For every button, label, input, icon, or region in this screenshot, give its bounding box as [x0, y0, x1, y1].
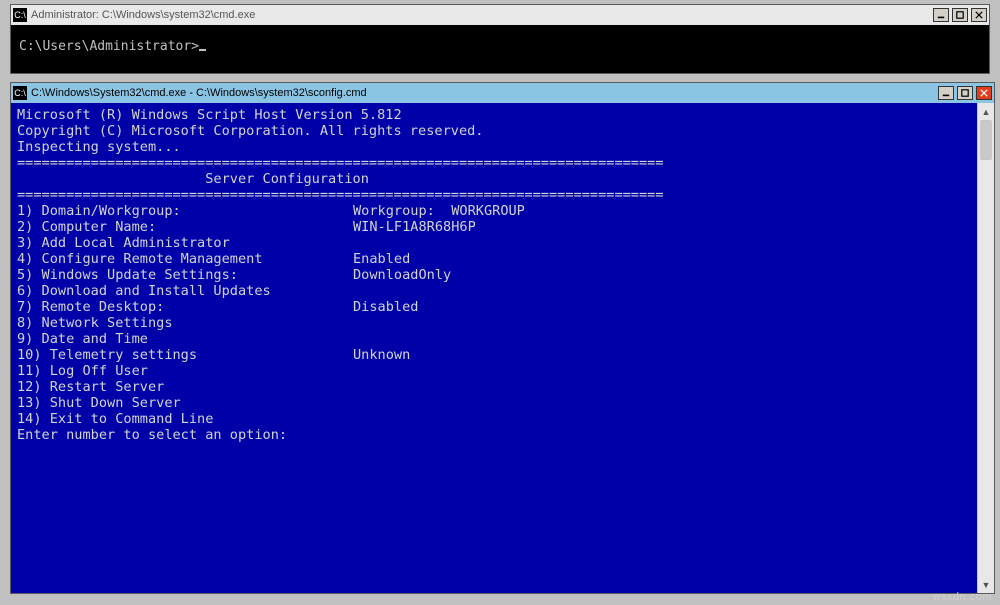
menu-item-14[interactable]: 14) Exit to Command Line — [17, 411, 971, 427]
sconfig-window: C:\ C:\Windows\System32\cmd.exe - C:\Win… — [10, 82, 995, 594]
copyright-header: Copyright (C) Microsoft Corporation. All… — [17, 123, 971, 139]
menu-item-5[interactable]: 5) Windows Update Settings:DownloadOnly — [17, 267, 971, 283]
sconfig-title: C:\Windows\System32\cmd.exe - C:\Windows… — [31, 87, 367, 99]
menu-item-label: 11) Log Off User — [17, 363, 353, 379]
admin-window-controls — [933, 8, 987, 22]
minimize-button[interactable] — [938, 86, 954, 100]
menu-item-7[interactable]: 7) Remote Desktop:Disabled — [17, 299, 971, 315]
admin-cmd-title: Administrator: C:\Windows\system32\cmd.e… — [31, 9, 255, 21]
menu-item-3[interactable]: 3) Add Local Administrator — [17, 235, 971, 251]
minimize-button[interactable] — [933, 8, 949, 22]
menu-item-label: 5) Windows Update Settings: — [17, 267, 353, 283]
menu-item-label: 4) Configure Remote Management — [17, 251, 353, 267]
menu-item-value: Unknown — [353, 347, 410, 363]
inspecting-line: Inspecting system... — [17, 139, 971, 155]
menu-item-label: 13) Shut Down Server — [17, 395, 353, 411]
menu-item-label: 14) Exit to Command Line — [17, 411, 353, 427]
menu-item-label: 1) Domain/Workgroup: — [17, 203, 353, 219]
menu-item-12[interactable]: 12) Restart Server — [17, 379, 971, 395]
section-title: Server Configuration — [17, 171, 971, 187]
admin-cmd-window: C:\ Administrator: C:\Windows\system32\c… — [10, 4, 990, 74]
menu-item-value: WIN-LF1A8R68H6P — [353, 219, 476, 235]
script-host-header: Microsoft (R) Windows Script Host Versio… — [17, 107, 971, 123]
menu-item-8[interactable]: 8) Network Settings — [17, 315, 971, 331]
enter-option-prompt: Enter number to select an option: — [17, 427, 971, 443]
menu-item-value: Enabled — [353, 251, 410, 267]
menu-item-label: 2) Computer Name: — [17, 219, 353, 235]
rule-line: ========================================… — [17, 187, 971, 203]
cmd-icon: C:\ — [13, 86, 27, 100]
admin-cmd-client[interactable]: C:\Users\Administrator> — [11, 25, 989, 73]
menu-item-2[interactable]: 2) Computer Name:WIN-LF1A8R68H6P — [17, 219, 971, 235]
scroll-thumb[interactable] — [980, 120, 992, 160]
cursor — [199, 49, 206, 51]
scroll-up-arrow[interactable]: ▲ — [978, 103, 994, 120]
menu-item-label: 6) Download and Install Updates — [17, 283, 353, 299]
scroll-down-arrow[interactable]: ▼ — [978, 576, 994, 593]
menu-item-11[interactable]: 11) Log Off User — [17, 363, 971, 379]
menu-item-value: Disabled — [353, 299, 418, 315]
menu-item-value: Workgroup: WORKGROUP — [353, 203, 525, 219]
menu-item-1[interactable]: 1) Domain/Workgroup:Workgroup: WORKGROUP — [17, 203, 971, 219]
menu-item-label: 10) Telemetry settings — [17, 347, 353, 363]
cmd-icon: C:\ — [13, 8, 27, 22]
menu-item-label: 3) Add Local Administrator — [17, 235, 353, 251]
menu-item-label: 9) Date and Time — [17, 331, 353, 347]
close-button[interactable] — [976, 86, 992, 100]
menu-item-9[interactable]: 9) Date and Time — [17, 331, 971, 347]
sconfig-titlebar[interactable]: C:\ C:\Windows\System32\cmd.exe - C:\Win… — [11, 83, 994, 103]
rule-line: ========================================… — [17, 155, 971, 171]
prompt-text: C:\Users\Administrator> — [19, 39, 199, 54]
menu-item-10[interactable]: 10) Telemetry settingsUnknown — [17, 347, 971, 363]
maximize-button[interactable] — [957, 86, 973, 100]
menu-item-value: DownloadOnly — [353, 267, 451, 283]
maximize-button[interactable] — [952, 8, 968, 22]
menu-item-6[interactable]: 6) Download and Install Updates — [17, 283, 971, 299]
scroll-track[interactable] — [978, 120, 994, 576]
menu-item-13[interactable]: 13) Shut Down Server — [17, 395, 971, 411]
menu-item-4[interactable]: 4) Configure Remote ManagementEnabled — [17, 251, 971, 267]
close-button[interactable] — [971, 8, 987, 22]
menu-item-label: 12) Restart Server — [17, 379, 353, 395]
menu-item-label: 7) Remote Desktop: — [17, 299, 353, 315]
sconfig-window-controls — [938, 86, 992, 100]
sconfig-client[interactable]: Microsoft (R) Windows Script Host Versio… — [11, 103, 977, 593]
menu-item-label: 8) Network Settings — [17, 315, 353, 331]
vertical-scrollbar[interactable]: ▲ ▼ — [977, 103, 994, 593]
admin-cmd-titlebar[interactable]: C:\ Administrator: C:\Windows\system32\c… — [11, 5, 989, 25]
